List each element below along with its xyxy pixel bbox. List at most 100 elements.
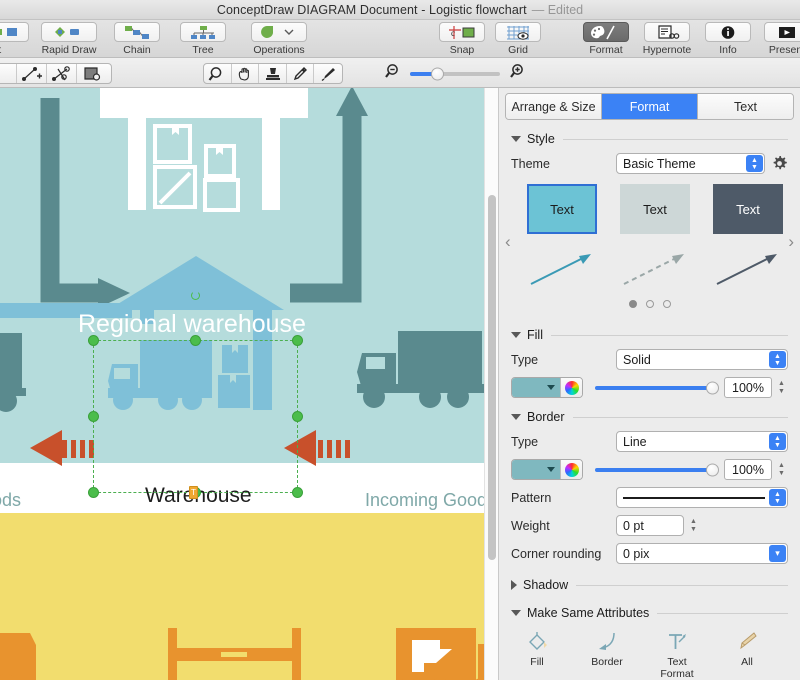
add-point-icon[interactable]	[17, 64, 47, 83]
selection-handle-ne[interactable]	[292, 335, 303, 346]
chevron-updown-icon[interactable]: ▲▼	[769, 489, 786, 506]
toolbar-item-grid[interactable]: Grid	[490, 20, 546, 58]
tab-arrange-size[interactable]: Arrange & Size	[506, 94, 602, 119]
chevron-down-icon[interactable]: ▾	[769, 545, 786, 562]
style-option-3[interactable]: Text	[713, 184, 783, 295]
disclosure-triangle-make-same[interactable]	[511, 610, 521, 616]
selection-handle-e[interactable]	[292, 411, 303, 422]
page-dot-2[interactable]	[646, 300, 654, 308]
format-panel: Arrange & Size Format Text Style Theme B…	[498, 88, 800, 680]
zoom-out-icon[interactable]	[385, 63, 402, 84]
border-color-button[interactable]	[511, 459, 583, 480]
toolbar-item-tree[interactable]: Tree	[170, 20, 236, 58]
border-opacity-value[interactable]: 100%	[724, 459, 772, 480]
border-opacity-thumb[interactable]	[706, 463, 719, 476]
section-header-style[interactable]: Style	[511, 132, 788, 146]
disclosure-triangle-shadow[interactable]	[511, 580, 517, 590]
magnifier-icon[interactable]	[204, 64, 232, 83]
toolbar-item-operations[interactable]: Operations	[236, 20, 322, 58]
zoom-slider[interactable]	[410, 72, 500, 76]
page-dot-1[interactable]	[629, 300, 637, 308]
disclosure-triangle-fill[interactable]	[511, 332, 521, 338]
tab-text[interactable]: Text	[698, 94, 793, 119]
chevron-updown-icon[interactable]: ▲▼	[769, 351, 786, 368]
hand-icon[interactable]	[232, 64, 260, 83]
cut-connector-icon[interactable]	[47, 64, 77, 83]
border-opacity-stepper[interactable]: ▲▼	[775, 459, 788, 480]
make-same-border-label: Border	[591, 656, 623, 668]
border-pattern-dropdown[interactable]: ▲▼	[616, 487, 788, 508]
point-icon[interactable]	[0, 64, 17, 83]
chevron-left-icon[interactable]: ‹	[505, 232, 511, 252]
toolbar-item-snap[interactable]: c Snap	[434, 20, 490, 58]
make-same-attributes-buttons: Fill Border	[513, 628, 788, 680]
toolbar-item-present[interactable]: Present	[756, 20, 800, 58]
selection-handle-se[interactable]	[292, 487, 303, 498]
toolbar-item-format[interactable]: Format	[578, 20, 634, 58]
shape-icon[interactable]	[77, 64, 107, 83]
border-weight-stepper[interactable]: ▲▼	[687, 515, 700, 536]
make-same-all-button[interactable]: All	[723, 628, 771, 680]
border-weight-input[interactable]: 0 pt	[616, 515, 684, 536]
border-opacity-slider[interactable]	[595, 468, 713, 472]
section-header-make-same[interactable]: Make Same Attributes	[511, 606, 788, 620]
start-icon	[0, 22, 29, 42]
chevron-updown-icon[interactable]: ▲▼	[769, 433, 786, 450]
disclosure-triangle-border[interactable]	[511, 414, 521, 420]
selection-handle-n[interactable]	[190, 335, 201, 346]
style-swatch-1[interactable]: Text	[527, 184, 597, 234]
toolbar-item-rapid-draw[interactable]: Rapid Draw	[34, 20, 104, 58]
toolbar-item-chain[interactable]: Chain	[104, 20, 170, 58]
section-header-border[interactable]: Border	[511, 410, 788, 424]
eyedropper-icon[interactable]	[287, 64, 315, 83]
style-swatch-3[interactable]: Text	[713, 184, 783, 234]
brush-icon[interactable]	[314, 64, 342, 83]
color-wheel-icon[interactable]	[560, 460, 582, 479]
selection-handle-w[interactable]	[88, 411, 99, 422]
make-same-border-button[interactable]: Border	[583, 628, 631, 680]
chevron-right-icon[interactable]: ›	[788, 232, 794, 252]
stamp-icon[interactable]	[259, 64, 287, 83]
disclosure-triangle-style[interactable]	[511, 136, 521, 142]
corner-rounding-dropdown[interactable]: 0 pix ▾	[616, 543, 788, 564]
theme-row: Theme Basic Theme ▲▼	[511, 153, 788, 174]
color-wheel-icon[interactable]	[560, 378, 582, 397]
fill-opacity-value[interactable]: 100%	[724, 377, 772, 398]
toolbar-item-info[interactable]: Info	[700, 20, 756, 58]
fill-type-dropdown[interactable]: Solid ▲▼	[616, 349, 788, 370]
toolbar-item-start[interactable]: rt	[0, 20, 34, 58]
style-swatch-2[interactable]: Text	[620, 184, 690, 234]
page-dot-3[interactable]	[663, 300, 671, 308]
style-option-1[interactable]: Text	[527, 184, 597, 295]
section-rule	[551, 335, 788, 336]
make-same-fill-button[interactable]: Fill	[513, 628, 561, 680]
tab-format[interactable]: Format	[602, 94, 698, 119]
zoom-slider-thumb[interactable]	[431, 67, 444, 80]
rotation-handle[interactable]	[191, 291, 200, 300]
fill-color-button[interactable]	[511, 377, 583, 398]
selection-handle-nw[interactable]	[88, 335, 99, 346]
section-title-border: Border	[527, 410, 565, 424]
canvas-scrollbar-thumb[interactable]	[488, 195, 496, 560]
selection-bounds	[93, 340, 298, 493]
gear-icon[interactable]	[771, 155, 788, 172]
chevron-updown-icon[interactable]: ▲▼	[746, 155, 763, 172]
border-opacity-control: 100% ▲▼	[595, 459, 788, 480]
border-type-dropdown[interactable]: Line ▲▼	[616, 431, 788, 452]
border-pattern-label: Pattern	[511, 491, 616, 505]
canvas-scrollbar[interactable]	[484, 88, 498, 680]
toolbar-item-hypernote[interactable]: Hypernote	[634, 20, 700, 58]
text-anchor-marker[interactable]: T	[189, 486, 198, 499]
fill-opacity-slider[interactable]	[595, 386, 713, 390]
section-header-shadow[interactable]: Shadow	[511, 578, 788, 592]
style-option-2[interactable]: Text	[620, 184, 690, 295]
zoom-in-icon[interactable]	[508, 63, 525, 84]
drawing-canvas[interactable]: ods Regional warehouse Warehouse Incomin…	[0, 88, 498, 680]
fill-opacity-stepper[interactable]: ▲▼	[775, 377, 788, 398]
section-header-fill[interactable]: Fill	[511, 328, 788, 342]
selection-handle-sw[interactable]	[88, 487, 99, 498]
theme-label: Theme	[511, 157, 616, 171]
fill-opacity-thumb[interactable]	[706, 381, 719, 394]
theme-dropdown[interactable]: Basic Theme ▲▼	[616, 153, 765, 174]
make-same-text-format-button[interactable]: Text Format	[653, 628, 701, 680]
